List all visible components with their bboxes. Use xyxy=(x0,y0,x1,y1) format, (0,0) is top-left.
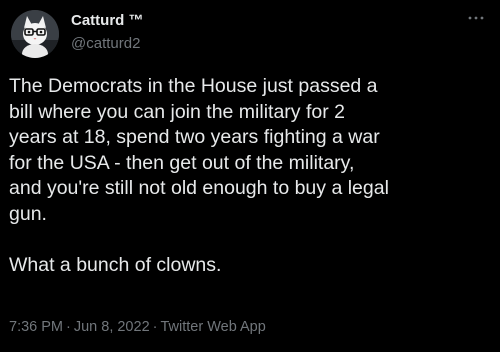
cat-avatar-icon xyxy=(11,10,59,58)
author-display-name[interactable]: Catturd ™ xyxy=(71,12,144,29)
tweet-card: Catturd ™ @catturd2 The Democrats in the… xyxy=(0,0,500,352)
author-handle[interactable]: @catturd2 xyxy=(71,35,140,52)
more-options-button[interactable] xyxy=(464,8,488,28)
meta-separator: · xyxy=(152,319,158,335)
tweet-time-link[interactable]: 7:36 PM xyxy=(9,319,63,335)
more-horizontal-icon xyxy=(468,16,484,20)
avatar[interactable] xyxy=(11,10,59,58)
meta-separator: · xyxy=(66,319,71,335)
tweet-text: The Democrats in the House just passed a… xyxy=(9,75,389,276)
tweet-meta: 7:36 PM · Jun 8, 2022 · Twitter Web App xyxy=(9,319,266,335)
tweet-source-link[interactable]: Twitter Web App xyxy=(160,319,265,335)
tweet-date-link[interactable]: Jun 8, 2022 xyxy=(74,319,150,335)
